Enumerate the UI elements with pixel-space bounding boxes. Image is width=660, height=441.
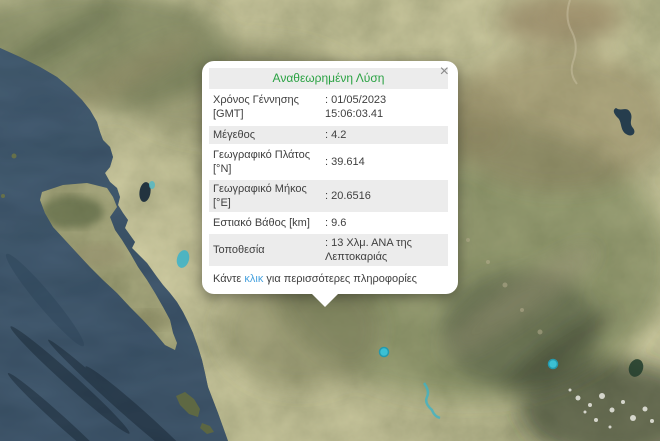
row-value: : 9.6 [321,214,448,232]
earthquake-marker[interactable] [549,360,558,369]
map-view: × Αναθεωρημένη Λύση Χρόνος Γέννησης [GMT… [0,0,660,441]
table-row: Μέγεθος : 4.2 [209,126,448,144]
row-value: : 39.614 [321,146,448,178]
earthquake-marker[interactable] [380,348,389,357]
table-row: Γεωγραφικό Πλάτος [°N] : 39.614 [209,146,448,178]
earthquake-info-popup: × Αναθεωρημένη Λύση Χρόνος Γέννησης [GMT… [202,61,458,294]
more-info-link[interactable]: κλικ [244,273,263,285]
row-label: Γεωγραφικό Πλάτος [°N] [209,146,321,178]
footer-text-post: για περισσότερες πληροφορίες [263,273,417,285]
table-row: Τοποθεσία : 13 Χλμ. ΑΝΑ της Λεπτοκαριάς [209,234,448,266]
row-label: Μέγεθος [209,126,321,144]
more-info-text: Κάντε κλικ για περισσότερες πληροφορίες [213,273,448,285]
close-icon[interactable]: × [438,62,451,82]
table-row: Εστιακό Βάθος [km] : 9.6 [209,214,448,232]
row-value: : 01/05/2023 15:06:03.41 [321,91,448,123]
row-label: Χρόνος Γέννησης [GMT] [209,91,321,123]
row-value: : 4.2 [321,126,448,144]
popup-pointer [311,293,339,307]
table-row: Γεωγραφικό Μήκος [°E] : 20.6516 [209,180,448,212]
row-label: Εστιακό Βάθος [km] [209,214,321,232]
event-details-table: Αναθεωρημένη Λύση Χρόνος Γέννησης [GMT] … [209,66,448,268]
islet [1,194,5,198]
islet [12,154,17,159]
popup-title: Αναθεωρημένη Λύση [209,68,448,89]
row-label: Τοποθεσία [209,234,321,266]
table-row: Χρόνος Γέννησης [GMT] : 01/05/2023 15:06… [209,91,448,123]
lagoon-small [149,181,155,189]
row-label: Γεωγραφικό Μήκος [°E] [209,180,321,212]
row-value: : 20.6516 [321,180,448,212]
row-value: : 13 Χλμ. ΑΝΑ της Λεπτοκαριάς [321,234,448,266]
footer-text-pre: Κάντε [213,273,244,285]
